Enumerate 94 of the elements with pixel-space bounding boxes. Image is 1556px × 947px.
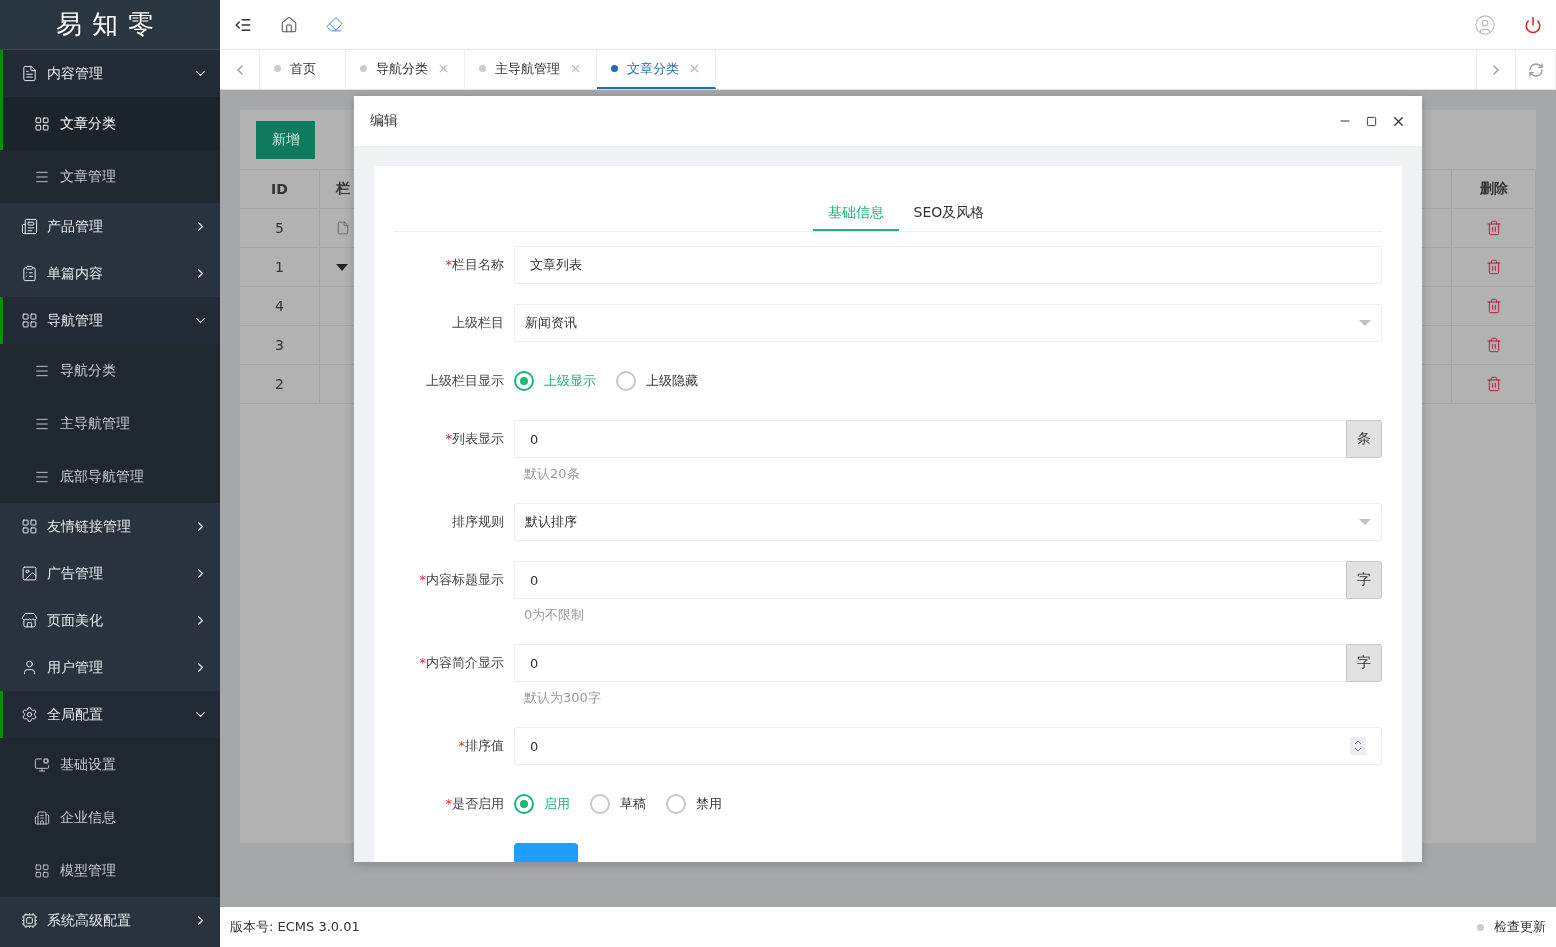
text-field[interactable]: 0	[514, 561, 1346, 599]
table-cell: 1	[240, 248, 320, 287]
page-tab[interactable]: 首页	[260, 50, 346, 89]
maximize-icon[interactable]	[1366, 115, 1377, 127]
home-icon[interactable]	[280, 15, 298, 34]
dot-icon	[611, 65, 618, 72]
check-update-link[interactable]: 检查更新	[1494, 918, 1546, 936]
dot-icon	[360, 65, 367, 72]
field-label: *列表显示	[444, 430, 505, 448]
sidebar-item[interactable]: 模型管理	[0, 844, 220, 897]
unit-label: 条	[1346, 420, 1382, 458]
select-field[interactable]: 默认排序	[514, 503, 1382, 541]
field-label: *排序值	[457, 737, 505, 755]
text-field[interactable]: 0	[514, 420, 1346, 458]
table-cell: 2	[240, 365, 320, 404]
field-label: 上级栏目	[451, 314, 505, 332]
number-field[interactable]: 0	[514, 727, 1382, 765]
logo: 易知零	[0, 0, 220, 50]
delete-icon[interactable]	[1485, 220, 1502, 236]
spinner-icon[interactable]	[1350, 737, 1366, 755]
page-tab[interactable]: 导航分类	[346, 50, 465, 89]
newspaper-icon	[21, 218, 38, 235]
sidebar-item[interactable]: 文章分类	[0, 97, 220, 150]
sidebar-item[interactable]: 企业信息	[0, 791, 220, 844]
dot-icon	[274, 65, 281, 72]
page-tab[interactable]: 主导航管理	[465, 50, 597, 89]
dot-icon	[479, 65, 486, 72]
sidebar-group[interactable]: 产品管理	[0, 203, 220, 250]
delete-icon[interactable]	[1485, 337, 1502, 353]
sidebar-group[interactable]: 系统高级配置	[0, 897, 220, 944]
field-label: 排序规则	[451, 513, 505, 531]
user-icon	[21, 659, 38, 676]
select-field[interactable]: 新闻资讯	[514, 304, 1382, 342]
field-label: *内容标题显示	[418, 571, 505, 589]
document-icon	[21, 65, 38, 82]
monitor-gear-icon	[34, 756, 50, 773]
text-field[interactable]: 0	[514, 644, 1346, 682]
building-icon	[34, 809, 50, 826]
chip-icon	[21, 912, 38, 929]
sidebar-group[interactable]: 全局配置	[0, 691, 220, 738]
sidebar-item[interactable]: 导航分类	[0, 344, 220, 397]
column-header: 删除	[1452, 170, 1536, 209]
grid-icon	[21, 518, 38, 535]
radio-option[interactable]: 禁用	[666, 794, 722, 814]
grid-icon	[21, 312, 38, 329]
table-cell: 5	[240, 209, 320, 248]
field-label: *内容简介显示	[418, 654, 505, 672]
sidebar-item[interactable]: 主导航管理	[0, 397, 220, 450]
sidebar-group[interactable]: 页面美化	[0, 597, 220, 644]
column-header: ID	[240, 170, 320, 209]
clipboard-icon	[21, 265, 38, 282]
sidebar-group[interactable]: 单篇内容	[0, 250, 220, 297]
image-icon	[21, 565, 38, 582]
power-icon[interactable]	[1524, 15, 1542, 34]
user-icon[interactable]	[1474, 13, 1496, 36]
delete-icon[interactable]	[1485, 298, 1502, 314]
sidebar-group[interactable]: 广告管理	[0, 550, 220, 597]
grid-icon	[34, 115, 50, 132]
table-cell: 4	[240, 287, 320, 326]
dropdown-caret-icon	[1359, 519, 1371, 525]
delete-icon[interactable]	[1485, 376, 1502, 392]
form-tab[interactable]: SEO及风格	[898, 196, 1000, 231]
sidebar-item[interactable]: 基础设置	[0, 738, 220, 791]
field-label: *是否启用	[444, 795, 505, 813]
dialog-title: 编辑	[370, 112, 399, 130]
delete-icon[interactable]	[1485, 259, 1502, 275]
sidebar-item[interactable]: 底部导航管理	[0, 450, 220, 503]
store-icon	[21, 612, 38, 629]
dropdown-caret-icon	[1359, 320, 1371, 326]
field-label: 上级栏目显示	[425, 372, 505, 390]
unit-label: 字	[1346, 644, 1382, 682]
sidebar-item[interactable]: 文章管理	[0, 150, 220, 203]
hint-text: 默认20条	[524, 465, 581, 483]
sidebar-group[interactable]: 友情链接管理	[0, 503, 220, 550]
text-field[interactable]: 文章列表	[514, 246, 1382, 284]
radio-option[interactable]: 草稿	[590, 794, 646, 814]
eraser-icon[interactable]	[326, 16, 343, 33]
grid-icon	[34, 862, 50, 879]
sidebar-group[interactable]: 内容管理	[0, 50, 220, 97]
sidebar-group[interactable]: 用户管理	[0, 644, 220, 691]
hint-text: 默认为300字	[524, 689, 602, 707]
unit-label: 字	[1346, 561, 1382, 599]
refresh-icon[interactable]	[1527, 61, 1544, 78]
caret-down-icon[interactable]	[336, 263, 348, 271]
version-text: 版本号: ECMS 3.0.01	[230, 918, 360, 936]
hint-text: 0为不限制	[524, 606, 586, 624]
field-label: *栏目名称	[444, 256, 505, 274]
add-button[interactable]: 新增	[256, 121, 315, 159]
radio-option[interactable]: 上级隐藏	[616, 371, 698, 391]
file-icon	[336, 221, 350, 235]
sidebar-group[interactable]: 导航管理	[0, 297, 220, 344]
table-cell: 3	[240, 326, 320, 365]
dot-icon	[1477, 923, 1484, 931]
settings-icon	[21, 706, 38, 723]
